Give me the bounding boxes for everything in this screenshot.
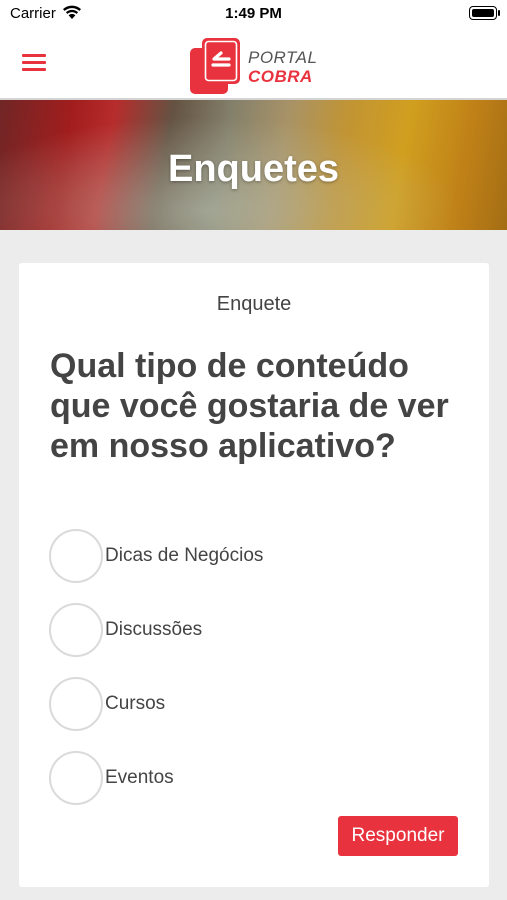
poll-option-eventos[interactable]: Eventos xyxy=(49,751,449,805)
page-title: Enquetes xyxy=(167,148,340,190)
poll-label: Enquete xyxy=(216,293,292,315)
poll-option-cursos[interactable]: Cursos xyxy=(49,677,449,731)
logo-mark-icon xyxy=(190,38,240,94)
status-bar: Carrier 1:49 PM xyxy=(0,0,507,28)
radio-button[interactable] xyxy=(49,529,103,583)
poll-option-label: Discussões xyxy=(105,619,203,640)
poll-question: Qual tipo de conteúdo que você gostaria … xyxy=(50,347,449,465)
menu-icon[interactable] xyxy=(22,52,48,74)
poll-option-label: Eventos xyxy=(105,767,174,788)
radio-button[interactable] xyxy=(49,603,103,657)
page-banner: Enquetes xyxy=(0,100,507,230)
logo-text-cobra: COBRA xyxy=(248,67,313,86)
portal-cobra-logo: PORTAL COBRA xyxy=(190,38,330,94)
poll-option-label: Cursos xyxy=(105,693,166,714)
poll-option-discussoes[interactable]: Discussões xyxy=(49,603,449,657)
responder-button[interactable]: Responder xyxy=(338,816,458,856)
radio-button[interactable] xyxy=(49,751,103,805)
logo-text-portal: PORTAL xyxy=(248,48,318,67)
battery-icon xyxy=(469,6,500,20)
app-header: PORTAL COBRA xyxy=(0,28,507,100)
poll-option-label: Dicas de Negócios xyxy=(105,545,264,566)
poll-option-dicas-de-negocios[interactable]: Dicas de Negócios xyxy=(49,529,449,583)
poll-card: Enquete Qual tipo de conteúdo que você g… xyxy=(19,263,489,887)
radio-button[interactable] xyxy=(49,677,103,731)
clock: 1:49 PM xyxy=(225,5,282,22)
